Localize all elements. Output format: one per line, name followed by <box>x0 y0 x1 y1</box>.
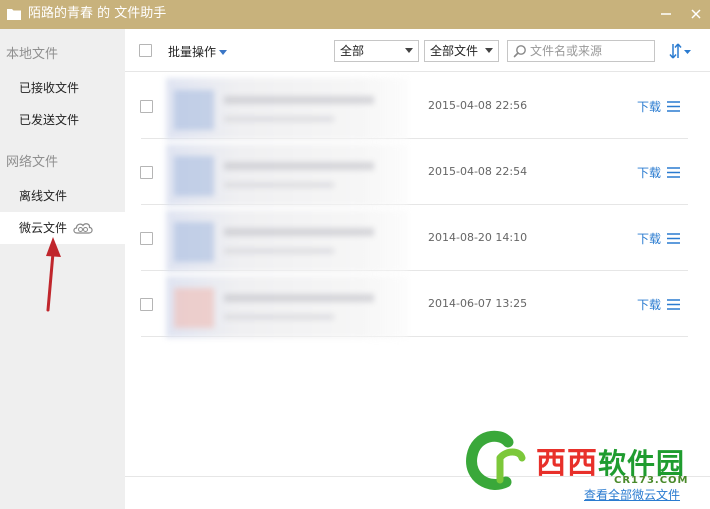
caret-down-icon <box>219 50 228 55</box>
minimize-button[interactable] <box>655 4 677 24</box>
file-checkbox[interactable] <box>140 298 153 311</box>
title-bar: 陌路的青春 的 文件助手 <box>0 0 710 29</box>
watermark-url: CR173.COM <box>614 475 689 486</box>
batch-operation-button[interactable]: 批量操作 <box>168 43 228 60</box>
sidebar-item-label: 离线文件 <box>19 189 68 203</box>
weiyun-cloud-icon <box>73 223 93 234</box>
file-checkbox[interactable] <box>140 100 153 113</box>
sort-arrows-icon[interactable] <box>666 41 694 61</box>
blurred-file-thumbnail <box>166 78 408 140</box>
file-type-select[interactable]: 全部文件 <box>424 40 499 62</box>
file-date: 2015-04-08 22:54 <box>428 165 528 178</box>
download-link[interactable]: 下载 <box>637 230 661 247</box>
sidebar-item-sent[interactable]: 已发送文件 <box>0 104 125 136</box>
sidebar-item-label: 已发送文件 <box>19 113 80 127</box>
blurred-file-thumbnail <box>166 210 408 272</box>
watermark-logo: 西西软件园 CR173.COM <box>462 428 710 498</box>
batch-operation-label: 批量操作 <box>168 45 217 59</box>
file-row: 2015-04-08 22:54 下载 <box>140 139 688 206</box>
close-button[interactable] <box>685 4 707 24</box>
file-type-select-value: 全部文件 <box>430 44 479 58</box>
file-row: 2014-06-07 13:25 下载 <box>140 271 688 338</box>
menu-icon[interactable] <box>667 233 680 244</box>
close-icon <box>691 9 701 19</box>
sidebar-section-local: 本地文件 <box>6 47 59 62</box>
sidebar-item-label: 微云文件 <box>19 221 68 235</box>
folder-icon <box>7 9 21 20</box>
dropdown-arrow-icon <box>485 48 493 53</box>
menu-icon[interactable] <box>667 167 680 178</box>
scope-select-value: 全部 <box>340 44 365 58</box>
menu-icon[interactable] <box>667 299 680 310</box>
window-title: 陌路的青春 的 文件助手 <box>28 6 167 21</box>
download-link[interactable]: 下载 <box>637 296 661 313</box>
scope-select[interactable]: 全部 <box>334 40 419 62</box>
minimize-icon <box>661 13 671 15</box>
menu-icon[interactable] <box>667 101 680 112</box>
watermark-text-main: 西西 <box>536 446 598 481</box>
blurred-file-thumbnail <box>166 144 408 206</box>
file-checkbox[interactable] <box>140 232 153 245</box>
file-checkbox[interactable] <box>140 166 153 179</box>
annotation-arrow <box>46 237 61 312</box>
select-all-checkbox[interactable] <box>139 44 152 57</box>
sidebar-item-label: 已接收文件 <box>19 81 80 95</box>
cr-logo-icon <box>466 430 526 490</box>
search-icon <box>513 45 526 58</box>
sidebar-section-network: 网络文件 <box>6 155 59 170</box>
blurred-file-thumbnail <box>166 276 408 338</box>
dropdown-arrow-icon <box>405 48 413 53</box>
file-date: 2015-04-08 22:56 <box>428 99 528 112</box>
sidebar-item-received[interactable]: 已接收文件 <box>0 72 125 104</box>
toolbar: 批量操作 全部 全部文件 <box>125 29 710 72</box>
file-row: 2015-04-08 22:56 下载 <box>140 73 688 140</box>
file-date: 2014-08-20 14:10 <box>428 231 528 244</box>
sidebar-item-offline[interactable]: 离线文件 <box>0 180 125 212</box>
file-row: 2014-08-20 14:10 下载 <box>140 205 688 272</box>
download-link[interactable]: 下载 <box>637 98 661 115</box>
download-link[interactable]: 下载 <box>637 164 661 181</box>
file-date: 2014-06-07 13:25 <box>428 297 528 310</box>
search-box <box>507 40 655 62</box>
search-input[interactable] <box>530 43 650 59</box>
